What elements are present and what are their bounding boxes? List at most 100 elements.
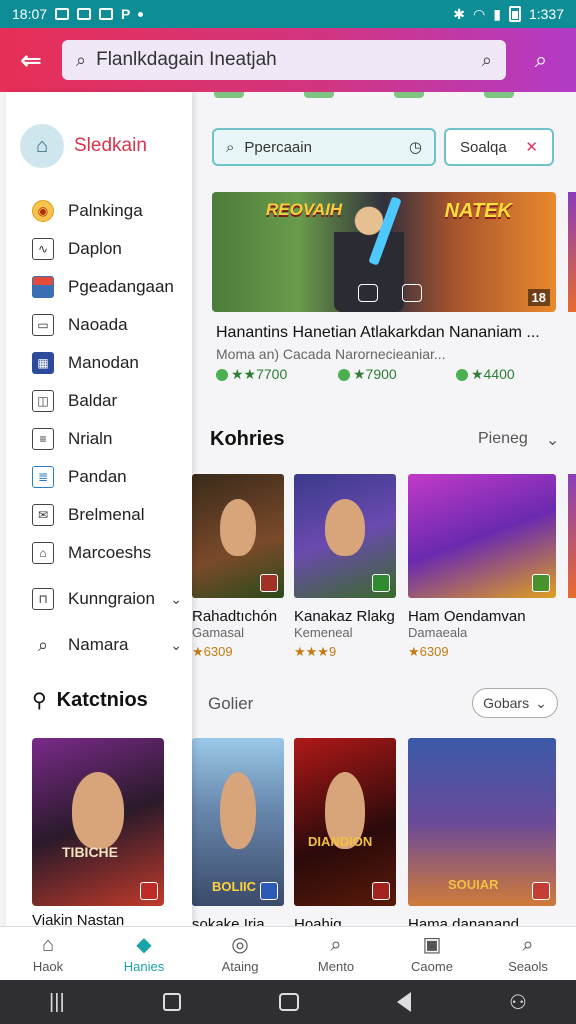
drawer-item-label: Brelmenal bbox=[68, 505, 145, 524]
search-icon[interactable]: ⌕ bbox=[482, 50, 492, 71]
filter-button[interactable]: Soalqa ✕ bbox=[444, 128, 554, 166]
drawer-item[interactable]: ◉ Palnkinga bbox=[32, 192, 192, 230]
featured-title[interactable]: Hanantins Hanetian Atlakarkdan Nananiam … bbox=[216, 324, 576, 342]
chart-icon: ∿ bbox=[32, 238, 54, 260]
character-art bbox=[71, 771, 125, 849]
drawer-item[interactable]: ⌕ Namara ⌄ bbox=[32, 626, 192, 664]
notification-icon bbox=[55, 8, 70, 20]
drawer-item-label: Palnkinga bbox=[68, 201, 143, 220]
back-icon[interactable] bbox=[396, 992, 411, 1012]
home-button-icon[interactable] bbox=[278, 993, 299, 1011]
drawer-item[interactable]: ≡ Nrialn bbox=[32, 420, 192, 458]
drawer-game-card[interactable]: TIBICHE bbox=[32, 738, 164, 906]
tab-label: Ataing bbox=[221, 959, 259, 974]
drawer-item[interactable]: ✉ Brelmenal bbox=[32, 496, 192, 534]
timer-icon[interactable]: ◷ bbox=[409, 138, 422, 156]
platform-icon bbox=[140, 882, 158, 900]
drawer-item-label: Daplon bbox=[68, 239, 122, 258]
profile-icon[interactable]: ⚇ bbox=[509, 990, 527, 1015]
game-title: Ham Oendamvan bbox=[408, 608, 526, 625]
photo-icon bbox=[77, 8, 92, 20]
search-button[interactable]: ⌕ bbox=[506, 28, 576, 92]
platform-icon bbox=[260, 882, 278, 900]
drawer-header[interactable]: ⌂ Sledkain bbox=[20, 124, 147, 168]
drawer-item[interactable]: ∿ Daplon bbox=[32, 230, 192, 268]
home-icon: ⌂ bbox=[20, 124, 64, 168]
platform-icon bbox=[532, 882, 550, 900]
platform-icon bbox=[260, 574, 278, 592]
square-icon[interactable] bbox=[162, 993, 181, 1011]
character-art bbox=[219, 498, 257, 556]
section-title: Golier bbox=[208, 694, 254, 713]
drawer-item[interactable]: ▭ Naoada bbox=[32, 306, 192, 344]
game-card[interactable]: Kanakaz Rlakg Kemeneal ★★★9 bbox=[294, 474, 396, 660]
tab-seaols[interactable]: ⌕ Seaols bbox=[480, 927, 576, 980]
featured-banner[interactable]: REOVAIH NATEK 18 bbox=[212, 192, 556, 312]
coin-icon bbox=[338, 368, 350, 381]
tab-games[interactable]: ◆ Hanies bbox=[96, 927, 192, 980]
games-icon: ◆ bbox=[136, 934, 152, 956]
tab-rating[interactable]: ◎ Ataing bbox=[192, 927, 288, 980]
tab-home[interactable]: ⌂ Haok bbox=[0, 927, 96, 980]
drawer-item[interactable]: ▦ Manodan bbox=[32, 344, 192, 382]
drawer-item-label: Naoada bbox=[68, 315, 128, 334]
platform-icon bbox=[402, 284, 422, 302]
coin-icon bbox=[216, 368, 228, 381]
drawer-item-label: Baldar bbox=[68, 391, 118, 410]
tab-label: Seaols bbox=[508, 959, 548, 974]
game-card[interactable]: SOUIAR Hama dananand bbox=[408, 738, 556, 926]
search-bar[interactable]: ⌕ Flanlkdagain Ineatjah ⌕ bbox=[62, 40, 506, 80]
search-icon: ⌕ bbox=[226, 138, 235, 156]
game-card[interactable]: BOLIIC sokake Iria bbox=[192, 738, 284, 926]
menu-back-button[interactable]: ⇐ bbox=[0, 28, 62, 92]
close-icon[interactable]: ✕ bbox=[525, 138, 538, 156]
tab-caome[interactable]: ▣ Caome bbox=[384, 927, 480, 980]
drawer-item[interactable]: ≣ Pandan bbox=[32, 458, 192, 496]
game-art bbox=[408, 474, 556, 598]
calendar-icon bbox=[32, 276, 54, 298]
art-text: DIANDION bbox=[308, 834, 373, 849]
drawer-category[interactable]: ⚲ Katctnios bbox=[32, 688, 148, 713]
drawer-card-title: Viakin Nastan bbox=[32, 912, 125, 926]
drawer-menu: ◉ Palnkinga ∿ Daplon Pgeadangaan ▭ Naoada ▦… bbox=[32, 192, 192, 664]
link-icon: ⚲ bbox=[32, 690, 47, 712]
drawer-item-label: Kunngraion bbox=[68, 589, 155, 608]
next-card-edge bbox=[568, 474, 576, 598]
search-input[interactable]: Flanlkdagain Ineatjah bbox=[96, 49, 277, 71]
filter-label: Soalqa bbox=[460, 138, 507, 156]
game-card[interactable]: Rahadtıchón Gamasal ★6309 bbox=[192, 474, 284, 660]
drawer-item[interactable]: ⊓ Kunngraion ⌄ bbox=[32, 580, 192, 618]
app-header: ⇐ ⌕ Flanlkdagain Ineatjah ⌕ ⌕ bbox=[0, 28, 576, 92]
platform-icon bbox=[372, 574, 390, 592]
drawer-item[interactable]: ⌂ Marcoeshs bbox=[32, 534, 192, 572]
drawer-item[interactable]: Pgeadangaan bbox=[32, 268, 192, 306]
tab-label: Haok bbox=[32, 959, 64, 974]
price-value: ★7900 bbox=[353, 366, 397, 382]
tab-mento[interactable]: ⌕ Mento bbox=[288, 927, 384, 980]
drawer-item-label: Pandan bbox=[68, 467, 127, 486]
chevron-down-icon: ⌄ bbox=[535, 694, 547, 711]
game-rating: ★6309 bbox=[408, 644, 449, 659]
drawer-item-label: Nrialn bbox=[68, 429, 113, 448]
drawer-item-label: Namara bbox=[68, 635, 129, 654]
price-item: ★★7700 bbox=[216, 366, 338, 383]
game-card[interactable]: DIANDION Hoahig bbox=[294, 738, 396, 926]
recents-icon[interactable]: ||| bbox=[49, 991, 65, 1014]
list-icon: ≡ bbox=[32, 428, 54, 450]
dot-icon bbox=[138, 11, 144, 17]
filter-search-field[interactable]: ⌕ Ppercaain ◷ bbox=[212, 128, 436, 166]
section-filter-dropdown[interactable]: Gobars ⌄ bbox=[472, 688, 558, 718]
home-icon: ⌂ bbox=[41, 934, 55, 956]
filter-search-placeholder: Ppercaain bbox=[244, 138, 312, 156]
coin-icon bbox=[456, 368, 468, 381]
search-icon: ⌕ bbox=[534, 47, 548, 72]
game-developer: Kemeneal bbox=[294, 625, 353, 640]
calendar-icon bbox=[99, 8, 114, 20]
section-sort-dropdown[interactable]: Pieneg ⌄ bbox=[478, 430, 559, 450]
game-card[interactable]: Ham Oendamvan Damaeala ★6309 bbox=[408, 474, 556, 660]
coin-icon: ◉ bbox=[32, 200, 54, 222]
drawer-item[interactable]: ◫ Baldar bbox=[32, 382, 192, 420]
scroll-peek bbox=[214, 92, 554, 100]
featured-subtitle: Moma an) Cacada Narornecieaniar... bbox=[216, 346, 446, 362]
tab-label: Mento bbox=[317, 959, 355, 974]
